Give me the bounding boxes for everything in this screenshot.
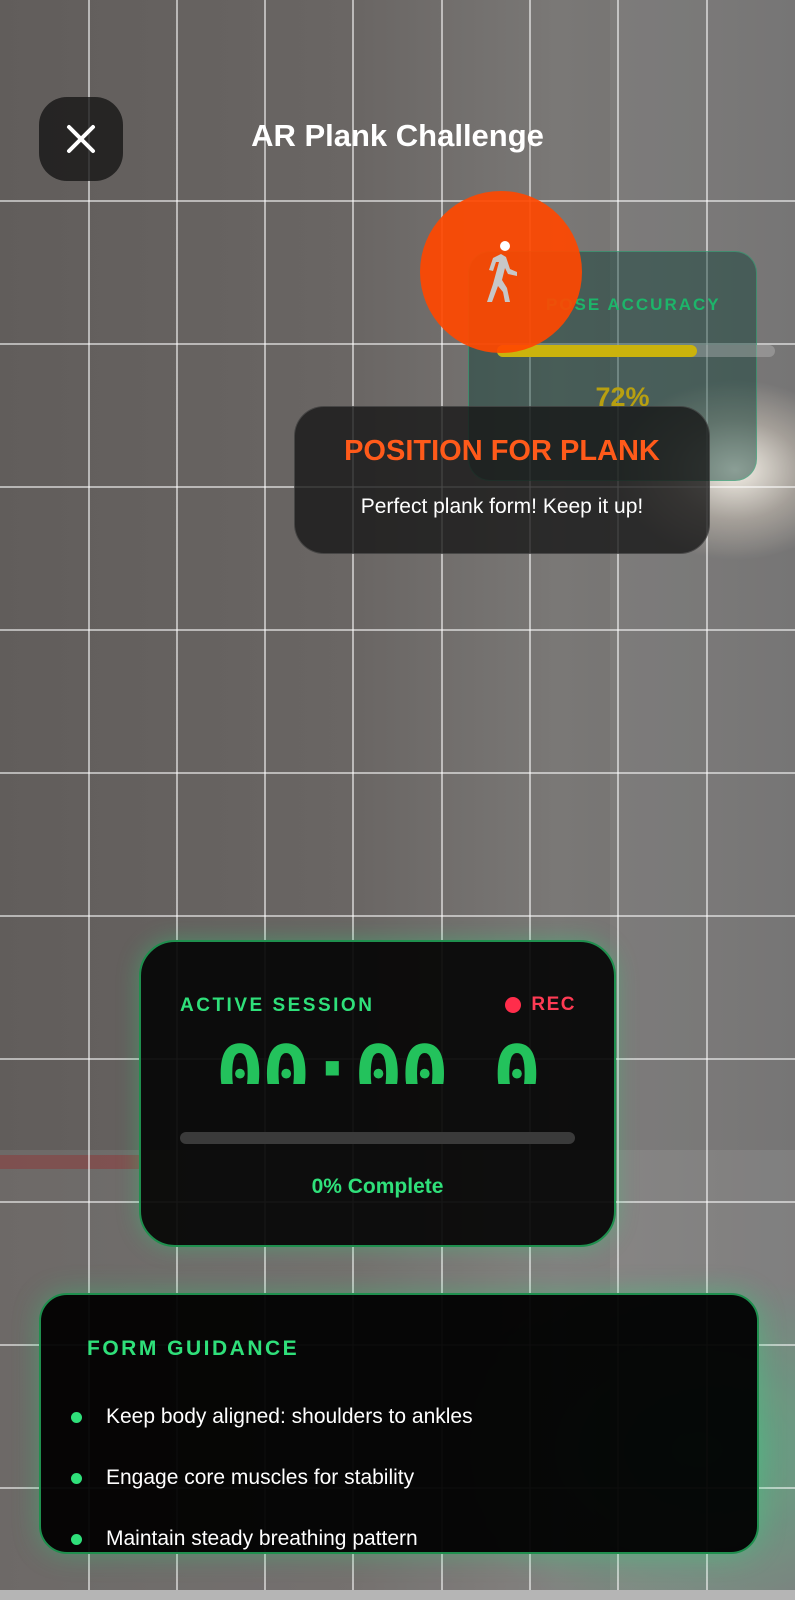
position-status-card: POSITION FOR PLANK Perfect plank form! K… [294, 406, 710, 554]
position-status-title: POSITION FOR PLANK [344, 435, 660, 467]
rec-indicator: REC [505, 994, 576, 1016]
pose-marker [420, 191, 582, 353]
session-label: ACTIVE SESSION [180, 995, 375, 1016]
guidance-item-text: Engage core muscles for stability [106, 1466, 415, 1489]
form-guidance-card: FORM GUIDANCE Keep body aligned: shoulde… [39, 1293, 759, 1554]
active-session-card: ACTIVE SESSION REC 00:00.0 0% Complete [139, 940, 616, 1247]
guidance-title: FORM GUIDANCE [87, 1337, 300, 1360]
bullet-icon [71, 1533, 82, 1545]
list-item: Maintain steady breathing pattern [71, 1527, 418, 1551]
walking-person-icon [487, 241, 517, 302]
timer-value: 00:00.0 [141, 1042, 614, 1084]
guidance-item-text: Maintain steady breathing pattern [106, 1527, 418, 1550]
bullet-icon [71, 1472, 82, 1484]
pose-accuracy-track [497, 345, 775, 357]
timer-display: 00:00.0 [141, 1042, 614, 1084]
rec-dot-icon [505, 997, 522, 1013]
rec-label: REC [531, 994, 576, 1015]
bottom-edge [0, 1590, 795, 1600]
list-item: Engage core muscles for stability [71, 1466, 414, 1490]
guidance-item-text: Keep body aligned: shoulders to ankles [106, 1405, 473, 1428]
bullet-icon [71, 1411, 82, 1423]
session-progress-track [180, 1132, 575, 1144]
position-status-message: Perfect plank form! Keep it up! [360, 495, 644, 518]
session-complete-text: 0% Complete [311, 1175, 444, 1198]
page-title: AR Plank Challenge [251, 118, 544, 153]
list-item: Keep body aligned: shoulders to ankles [71, 1405, 473, 1429]
